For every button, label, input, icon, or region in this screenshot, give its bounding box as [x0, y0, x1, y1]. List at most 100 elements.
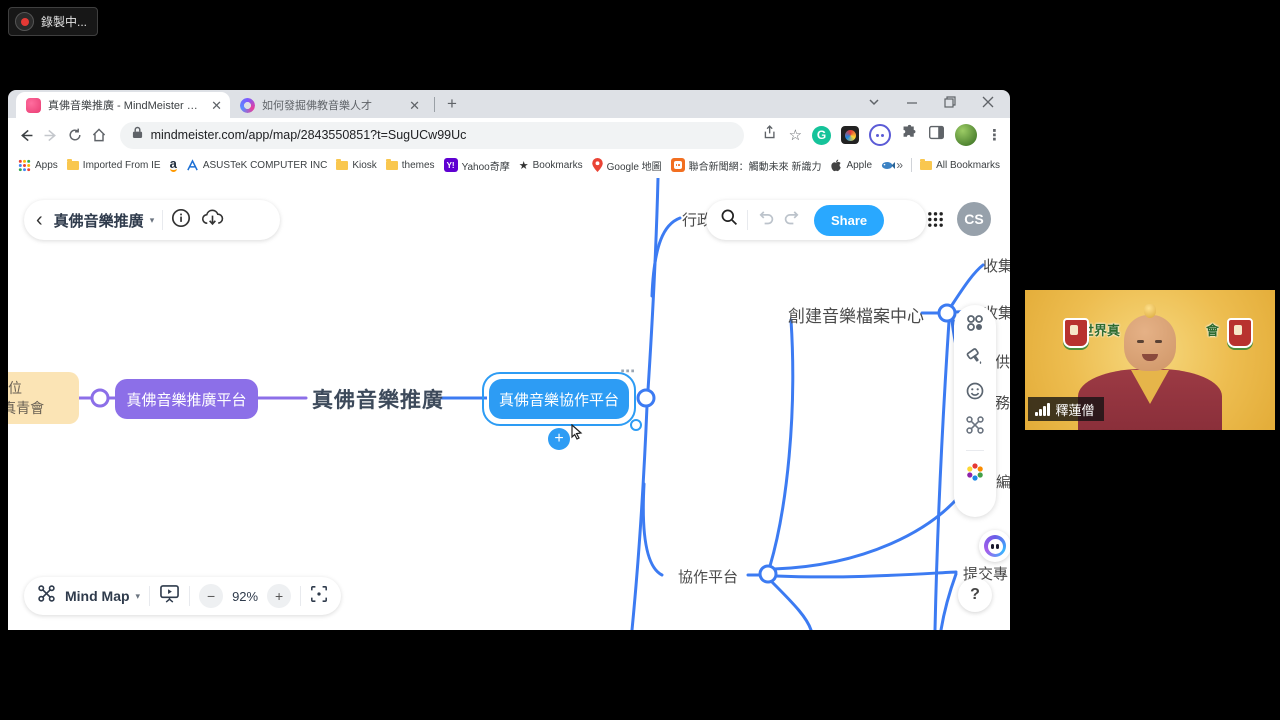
apps-grid-icon[interactable]: [927, 211, 944, 228]
mindmap-mode-icon[interactable]: [37, 584, 56, 608]
yahoo-icon: Y!: [444, 158, 458, 172]
browser-window: 真佛音樂推廣 - MindMeister Mind Map ✕ 如何發掘佛教音樂…: [8, 90, 1010, 630]
share-button[interactable]: Share: [814, 205, 884, 236]
bookmark-imported-ie[interactable]: Imported From IE: [67, 160, 161, 171]
bookmark-apple[interactable]: Apple: [830, 159, 872, 172]
chrome-menu-icon[interactable]: ⋮: [987, 126, 1002, 144]
asus-icon: [186, 159, 199, 172]
person-head: [1124, 315, 1176, 371]
center-map-icon[interactable]: [310, 585, 328, 608]
recording-badge[interactable]: 錄製中...: [8, 7, 98, 36]
tab-search-icon[interactable]: [868, 95, 880, 113]
cloud-download-icon[interactable]: [201, 208, 224, 232]
ai-assistant-button[interactable]: [979, 530, 1010, 562]
meister-flower-icon[interactable]: [964, 461, 986, 488]
bookmark-amazon[interactable]: a: [170, 158, 177, 172]
node-more-icon[interactable]: ⋯: [620, 362, 636, 380]
face-extension-icon[interactable]: [869, 124, 891, 146]
divider: [189, 586, 190, 606]
tab-chat[interactable]: 如何發掘佛教音樂人才 ✕: [230, 92, 428, 118]
info-icon[interactable]: [171, 208, 191, 233]
divider: [747, 210, 748, 230]
bookmark-apps[interactable]: Apps: [18, 159, 58, 172]
bookmark-star-icon[interactable]: ☆: [789, 126, 802, 144]
document-header-pill: ‹ 真佛音樂推廣 ▾: [24, 200, 280, 240]
divider: [149, 586, 150, 606]
presentation-icon[interactable]: [159, 584, 180, 608]
side-panel-icon[interactable]: [928, 124, 945, 146]
node-collab-platform-selected[interactable]: 真佛音樂協作平台: [489, 379, 629, 419]
restore-icon[interactable]: [944, 95, 956, 113]
user-avatar[interactable]: CS: [957, 202, 991, 236]
bookmark-google-maps[interactable]: Google 地圖: [592, 158, 662, 173]
reload-icon[interactable]: [65, 123, 85, 147]
emoji-icon[interactable]: [965, 381, 985, 406]
ai-face-icon: [984, 535, 1006, 557]
bookmark-bookmarks[interactable]: ★ Bookmarks: [519, 159, 583, 172]
view-mode-caret-icon[interactable]: ▾: [136, 591, 141, 602]
emblem-right: [1227, 318, 1253, 348]
bookmarks-overflow-chevrons[interactable]: »: [896, 158, 903, 172]
node-service[interactable]: 務: [995, 392, 1010, 413]
minimize-icon[interactable]: [906, 95, 918, 113]
connections-icon[interactable]: [965, 415, 985, 440]
view-mode-label[interactable]: Mind Map: [65, 588, 130, 604]
undo-icon[interactable]: [756, 208, 775, 232]
close-window-icon[interactable]: [982, 95, 994, 113]
node-collect-1[interactable]: 收集: [983, 255, 1010, 276]
node-archive-center[interactable]: 創建音樂檔案中心: [788, 302, 924, 327]
grammarly-extension-icon[interactable]: G: [812, 126, 831, 145]
node-provide[interactable]: 供: [995, 351, 1010, 372]
folder-icon: [920, 161, 932, 170]
zoom-in-button[interactable]: +: [267, 584, 291, 608]
color-extension-icon[interactable]: [841, 126, 859, 144]
bookmark-asus[interactable]: ASUSTeK COMPUTER INC: [186, 159, 327, 172]
back-icon[interactable]: [16, 123, 36, 147]
divider: [300, 586, 301, 606]
divider: [966, 450, 984, 451]
redo-icon[interactable]: [783, 208, 802, 232]
mindmap-canvas[interactable]: 單位 +真青會 真佛音樂推廣平台 真佛音樂推廣 真佛音樂協作平台 ⋯ + 行政 …: [8, 178, 1010, 630]
bookmark-themes[interactable]: themes: [386, 160, 435, 171]
mindmeister-favicon: [26, 98, 41, 113]
divider: [162, 210, 163, 230]
home-icon[interactable]: [89, 123, 109, 147]
lock-icon: [132, 126, 143, 144]
bookmark-udn[interactable]: 聯合新聞網：觸動未來 新識力: [671, 158, 822, 173]
record-icon: [15, 12, 34, 31]
forward-icon[interactable]: [40, 123, 60, 147]
zoom-out-button[interactable]: −: [199, 584, 223, 608]
zoom-level[interactable]: 92%: [232, 589, 258, 604]
bookmark-kiosk[interactable]: Kiosk: [336, 160, 376, 171]
help-button[interactable]: ?: [958, 578, 992, 612]
bookmark-yahoo[interactable]: Y! Yahoo奇摩: [444, 158, 510, 173]
new-tab-button[interactable]: +: [441, 94, 463, 114]
search-icon[interactable]: [720, 208, 739, 232]
share-page-icon[interactable]: [762, 124, 779, 146]
url-text: mindmeister.com/app/map/2843550851?t=Sug…: [151, 128, 467, 142]
divider: [911, 158, 912, 172]
add-child-node-button[interactable]: +: [548, 428, 570, 450]
node-unit[interactable]: 單位 +真青會: [8, 372, 79, 424]
node-promo-platform[interactable]: 真佛音樂推廣平台: [115, 379, 258, 419]
title-caret-icon[interactable]: ▾: [150, 215, 155, 226]
participant-name-tag: 釋蓮僧: [1028, 397, 1104, 421]
layout-style-icon[interactable]: [965, 313, 985, 338]
node-collab-platform[interactable]: 協作平台: [678, 566, 738, 587]
extensions-puzzle-icon[interactable]: [901, 124, 918, 146]
all-bookmarks[interactable]: All Bookmarks: [920, 160, 1000, 171]
tab-title: 真佛音樂推廣 - MindMeister Mind Map: [48, 97, 204, 113]
format-painter-icon[interactable]: [965, 347, 985, 372]
node-root[interactable]: 真佛音樂推廣: [312, 384, 444, 414]
close-tab-icon[interactable]: ✕: [211, 99, 222, 112]
folder-icon: [386, 161, 398, 170]
map-title[interactable]: 真佛音樂推廣: [54, 210, 144, 231]
back-to-maps-icon[interactable]: ‹: [36, 210, 43, 230]
node-edit[interactable]: 編: [996, 471, 1010, 492]
tab-mindmeister[interactable]: 真佛音樂推廣 - MindMeister Mind Map ✕: [16, 92, 230, 118]
close-tab-icon[interactable]: ✕: [409, 99, 420, 112]
address-bar[interactable]: mindmeister.com/app/map/2843550851?t=Sug…: [120, 122, 744, 149]
bookmark-aquarium[interactable]: Aquarium Supplies & Accessorie...: [881, 160, 896, 171]
profile-avatar[interactable]: [955, 124, 977, 146]
fish-icon: [881, 160, 895, 171]
